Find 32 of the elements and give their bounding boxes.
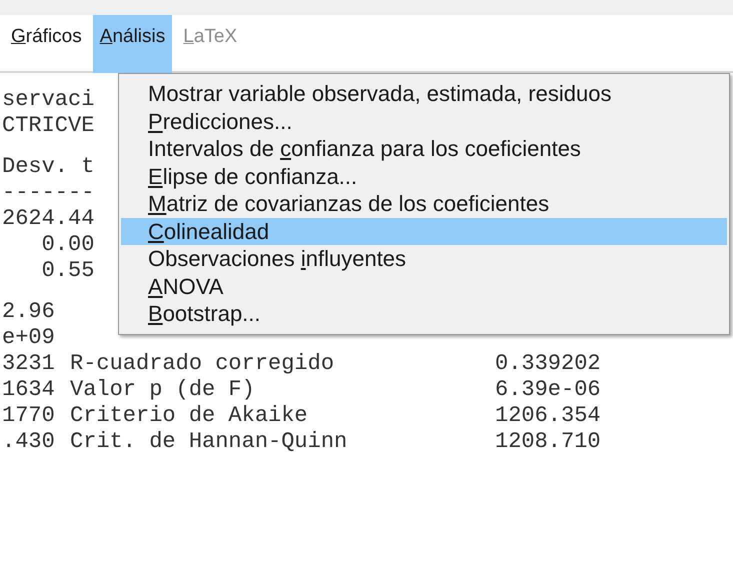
output-cell-text: Criterio de Akaike bbox=[70, 403, 309, 429]
output-line: 2.96 bbox=[1, 299, 55, 325]
output-line: ------- bbox=[1, 180, 94, 206]
menu-item[interactable]: Colinealidad bbox=[121, 218, 727, 245]
output-cell-text: 1634 bbox=[1, 377, 56, 403]
menu-bar-item[interactable]: Gráficos bbox=[4, 15, 89, 73]
output-cell: 1208.710 bbox=[495, 429, 601, 455]
output-cell-text: R-cuadrado corregido bbox=[70, 351, 336, 377]
output-line: servaci bbox=[1, 87, 94, 113]
menu-item[interactable]: Bootstrap... bbox=[121, 300, 727, 328]
menu-item[interactable]: Intervalos de confianza para los coeficientes bbox=[121, 135, 727, 162]
output-line: Desv. t bbox=[1, 154, 94, 180]
output-cell-text: .430 bbox=[1, 429, 56, 455]
output-cell: 1206.354 bbox=[495, 403, 601, 429]
menu-item[interactable]: Predicciones... bbox=[121, 108, 727, 135]
menu-item[interactable]: Observaciones influyentes bbox=[121, 245, 727, 272]
output-line: 0.55 bbox=[40, 258, 94, 284]
output-cell: 6.39e-06 bbox=[495, 377, 601, 403]
menu-item[interactable]: Elipse de confianza... bbox=[121, 162, 727, 190]
output-cell-text: Valor p (de F) bbox=[70, 377, 256, 403]
menu-bar-item[interactable]: Análisis bbox=[92, 15, 172, 73]
output-line: 2624.44 bbox=[1, 206, 94, 232]
output-line: CTRICVE bbox=[1, 113, 94, 139]
output-line: 0.00 bbox=[40, 232, 94, 258]
output-cell: 0.339202 bbox=[495, 351, 601, 377]
output-cell-text: Crit. de Hannan-Quinn bbox=[70, 429, 348, 455]
output-cell-text: 3231 bbox=[1, 351, 56, 377]
output-line: e+09 bbox=[1, 325, 55, 351]
menu-item[interactable]: Mostrar variable observada, estimada, residuos bbox=[121, 80, 727, 108]
menu-item[interactable]: Matriz de covarianzas de los coeficientes bbox=[121, 190, 727, 218]
output-cell-text: 1770 bbox=[1, 403, 56, 429]
menu-item[interactable]: ANOVA bbox=[121, 272, 727, 300]
